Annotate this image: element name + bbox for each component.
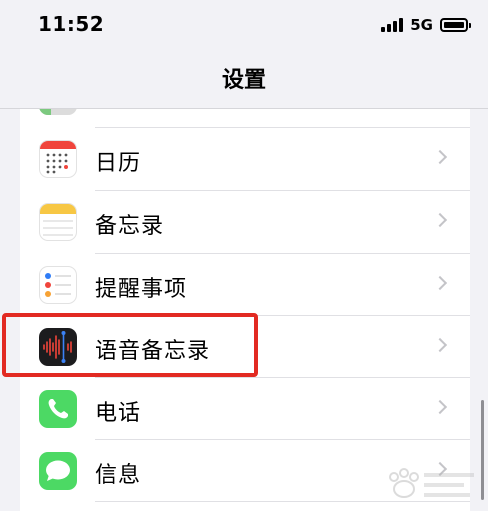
battery-icon [440, 18, 471, 32]
settings-item-label: 信息 [95, 463, 142, 488]
scrollbar[interactable] [481, 400, 484, 500]
page-title: 设置 [221, 68, 266, 93]
app-icon [39, 109, 77, 115]
calendar-icon [39, 140, 77, 178]
messages-icon [39, 452, 77, 490]
chevron-right-icon [432, 212, 448, 228]
settings-item-label: 备忘录 [95, 214, 165, 239]
reminders-icon [39, 266, 77, 304]
status-bar: 11:52 5G [0, 0, 488, 50]
settings-item-calendar[interactable]: 日历 [20, 128, 470, 190]
network-label: 5G [410, 16, 433, 34]
chevron-right-icon [432, 399, 448, 415]
settings-item-notes[interactable]: 备忘录 [20, 191, 470, 253]
chevron-right-icon [432, 149, 448, 165]
phone-icon [39, 390, 77, 428]
signal-icon [381, 18, 404, 32]
settings-list: 日历 备忘录 提醒事项 语音备忘录 电话 信息 [20, 109, 470, 511]
settings-item-label: 电话 [95, 401, 142, 426]
chevron-right-icon [432, 275, 448, 291]
settings-item-phone[interactable]: 电话 [20, 378, 470, 440]
status-indicators: 5G [381, 15, 471, 35]
settings-item-label: 提醒事项 [95, 277, 188, 302]
notes-icon [39, 203, 77, 241]
settings-item-label: 日历 [95, 151, 142, 176]
chevron-right-icon [432, 337, 448, 353]
list-item-partial[interactable] [20, 109, 470, 127]
settings-item-reminders[interactable]: 提醒事项 [20, 254, 470, 316]
highlight-annotation-box [2, 313, 258, 377]
watermark-logo [389, 468, 474, 498]
status-time: 11:52 [38, 12, 105, 36]
